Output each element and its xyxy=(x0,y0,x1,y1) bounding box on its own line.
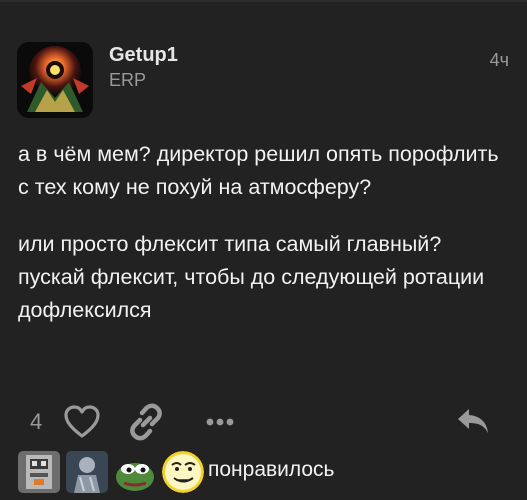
avatar-meme-face xyxy=(162,451,204,493)
divider xyxy=(0,0,527,2)
liked-label[interactable]: понравилось xyxy=(208,458,335,482)
reply-icon xyxy=(458,409,488,433)
reply-button[interactable] xyxy=(453,403,495,441)
username[interactable]: Getup1 xyxy=(109,44,178,67)
copy-link-button[interactable] xyxy=(126,403,166,441)
link-icon xyxy=(130,403,162,441)
ellipsis-icon xyxy=(206,418,234,426)
more-actions-button[interactable] xyxy=(198,403,242,441)
like-button[interactable] xyxy=(62,404,102,440)
liker-avatar[interactable] xyxy=(18,451,60,493)
avatar-pepe xyxy=(114,451,156,493)
post-date[interactable]: 4ч xyxy=(490,50,509,71)
post-actions: 4 xyxy=(0,400,527,444)
post-paragraph: или просто флексит типа самый главный? п… xyxy=(18,232,485,322)
post: Getup1 ERP 4ч а в чём мем? директор реши… xyxy=(0,0,527,500)
like-count[interactable]: 4 xyxy=(30,409,42,435)
liker-avatar[interactable] xyxy=(114,451,156,493)
liker-avatar[interactable] xyxy=(162,451,204,493)
user-avatar[interactable] xyxy=(17,42,93,118)
heart-icon xyxy=(64,405,100,438)
post-paragraph: а в чём мем? директор решил опять порофл… xyxy=(18,142,499,199)
avatar-image xyxy=(17,42,93,118)
user-title: ERP xyxy=(109,70,147,90)
liker-avatar[interactable] xyxy=(66,451,108,493)
post-body: а в чём мем? директор решил опять порофл… xyxy=(18,138,508,327)
avatar-robot xyxy=(18,451,60,493)
avatar-statue xyxy=(66,451,108,493)
likers-list: понравилось xyxy=(18,449,518,493)
